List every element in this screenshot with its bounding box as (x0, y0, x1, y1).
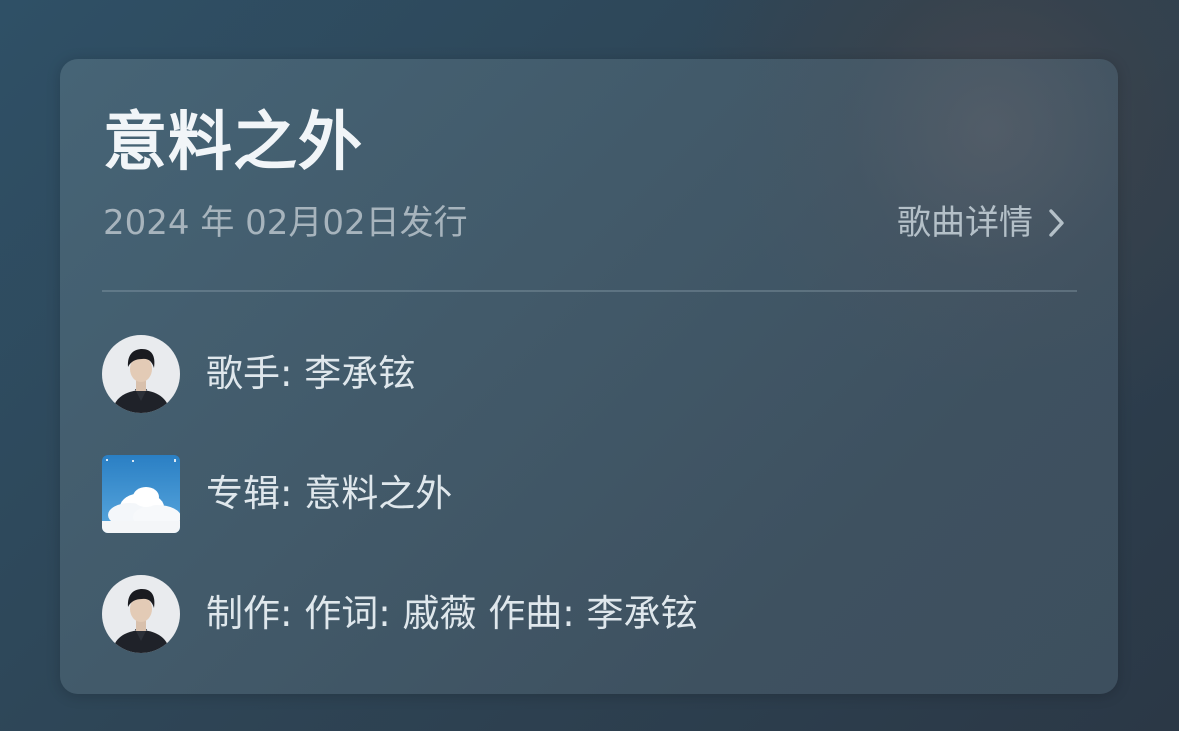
singer-avatar-icon[interactable] (102, 335, 180, 413)
song-details-label: 歌曲详情 (897, 203, 1033, 243)
song-details-link[interactable]: 歌曲详情 (897, 203, 1067, 243)
song-title: 意料之外 (103, 106, 363, 180)
producer-avatar-icon[interactable] (102, 575, 180, 653)
divider (102, 290, 1077, 292)
producer-label: 制作: 作词: 戚薇 作曲: 李承铉 (206, 592, 698, 635)
album-row[interactable]: 专辑: 意料之外 (102, 455, 452, 533)
chevron-right-icon (1049, 209, 1064, 237)
album-cover-icon[interactable] (102, 455, 180, 533)
singer-row[interactable]: 歌手: 李承铉 (102, 335, 415, 413)
release-date: 2024 年 02月02日发行 (103, 203, 468, 243)
album-label: 专辑: 意料之外 (206, 472, 453, 515)
song-info-card: 意料之外 2024 年 02月02日发行 歌曲详情 歌手: 李承铉 专辑: 意料… (60, 59, 1118, 694)
producer-row[interactable]: 制作: 作词: 戚薇 作曲: 李承铉 (102, 575, 697, 653)
singer-label: 歌手: 李承铉 (206, 352, 416, 395)
